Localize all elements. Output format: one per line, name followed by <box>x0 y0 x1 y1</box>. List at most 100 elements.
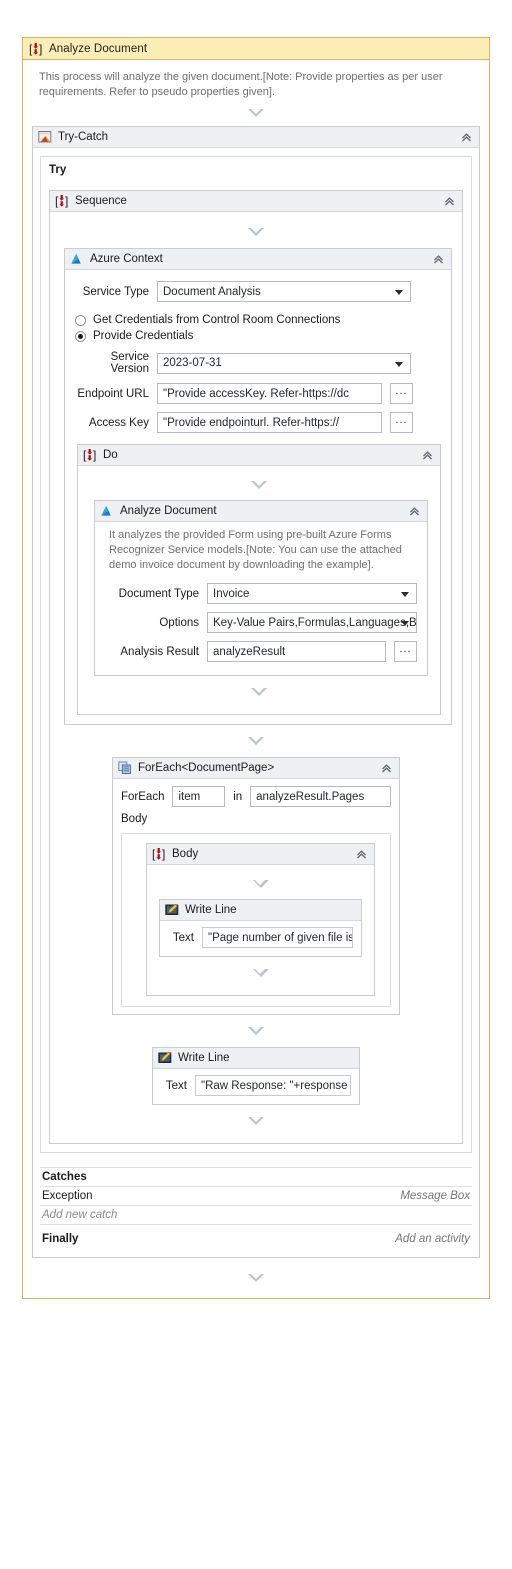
do-title: Do <box>103 449 118 461</box>
body-sequence-title: Body <box>172 848 199 860</box>
connector-arrow <box>23 1258 489 1298</box>
write-line-outer-header[interactable]: Write Line <box>153 1048 359 1069</box>
endpoint-url-label: Endpoint URL <box>77 387 149 400</box>
foreach-body-label: Body <box>121 813 148 825</box>
sequence-icon: [ ] <box>55 194 68 208</box>
field-row-access-key: Access Key "Provide endpointurl. Refer-h… <box>75 408 441 437</box>
body-sequence-header[interactable]: [ ] Body <box>147 844 374 865</box>
try-label: Try <box>49 164 67 176</box>
write-line-icon <box>158 1051 172 1063</box>
finally-add-activity[interactable]: Add an activity <box>395 1233 470 1245</box>
foreach-icon <box>118 761 131 774</box>
svg-text:[: [ <box>55 194 59 208</box>
field-row-service-version: Service Version 2023-07-31 <box>75 344 441 379</box>
activity-sequence[interactable]: [ ] Sequence Azure Context Service Type … <box>49 190 463 1144</box>
activity-write-line-outer[interactable]: Write Line Text "Raw Response: "+respons… <box>152 1047 360 1105</box>
azure-context-header[interactable]: Azure Context <box>65 249 451 270</box>
analyze-document-header[interactable]: Analyze Document <box>95 501 427 522</box>
svg-text:]: ] <box>39 42 42 56</box>
field-row-service-type: Service Type Document Analysis <box>75 277 441 306</box>
service-version-dropdown[interactable]: 2023-07-31 <box>157 352 411 374</box>
azure-context-body: Service Type Document Analysis Get Crede… <box>65 270 451 724</box>
write-line-text-label: Text <box>165 1079 187 1092</box>
root-activity-analyze-document[interactable]: [ ] Analyze Document This process will a… <box>22 37 490 1299</box>
activity-analyze-document[interactable]: Analyze Document It analyzes the provide… <box>94 500 428 676</box>
write-line-text-input[interactable]: "Raw Response: "+response <box>195 1075 351 1096</box>
activity-do[interactable]: [ ] Do Analyze Document It analyzes the … <box>77 444 441 715</box>
access-key-input[interactable]: "Provide endpointurl. Refer-https:// <box>157 412 382 433</box>
radio-button[interactable] <box>75 314 86 326</box>
field-row-analysis-result: Analysis Result analyzeResult ... <box>95 637 427 666</box>
analyze-document-description: It analyzes the provided Form using pre-… <box>109 529 402 571</box>
root-activity-title: Analyze Document <box>49 42 148 55</box>
radio-button-selected[interactable] <box>75 330 86 342</box>
analysis-result-input[interactable]: analyzeResult <box>207 641 386 662</box>
options-dropdown[interactable]: Key-Value Pairs,Formulas,Languages,Barco <box>207 612 417 633</box>
activity-foreach[interactable]: ForEach<DocumentPage> ForEach item in an… <box>112 757 400 1015</box>
finally-label: Finally <box>42 1233 79 1245</box>
access-key-label: Access Key <box>88 416 149 429</box>
field-row-endpoint-url: Endpoint URL "Provide accessKey. Refer-h… <box>75 379 441 408</box>
radio-provide-credentials[interactable]: Provide Credentials <box>75 328 441 344</box>
activity-body-sequence[interactable]: [ ] Body Write Line Text "Page number of… <box>146 843 375 996</box>
collapse-chevron-icon[interactable] <box>419 447 435 463</box>
do-header[interactable]: [ ] Do <box>78 445 440 466</box>
write-line-outer-body: Text "Raw Response: "+response <box>153 1069 359 1104</box>
sequence-icon: [ ] <box>83 448 96 462</box>
activity-azure-context[interactable]: Azure Context Service Type Document Anal… <box>64 248 452 725</box>
field-row-foreach: ForEach item in analyzeResult.Pages <box>121 784 391 809</box>
endpoint-url-input[interactable]: "Provide accessKey. Refer-https://dc <box>157 383 382 404</box>
write-line-text-input[interactable]: "Page number of given file is <box>202 927 353 948</box>
connector-arrow <box>50 725 462 757</box>
foreach-item-input[interactable]: item <box>172 786 226 807</box>
write-line-inner-header[interactable]: Write Line <box>160 900 361 921</box>
document-type-dropdown[interactable]: Invoice <box>207 583 417 604</box>
analyze-document-title: Analyze Document <box>120 505 217 517</box>
catch-row-exception[interactable]: Exception Message Box <box>40 1187 472 1205</box>
sequence-icon: [ ] <box>152 847 165 861</box>
sequence-header[interactable]: [ ] Sequence <box>50 191 462 212</box>
connector-arrow <box>50 1105 462 1137</box>
connector-arrow <box>50 216 462 248</box>
write-line-text-label: Text <box>172 931 194 944</box>
options-label: Options <box>159 616 199 629</box>
foreach-collection-input[interactable]: analyzeResult.Pages <box>250 786 391 807</box>
do-body: Analyze Document It analyzes the provide… <box>78 466 440 714</box>
foreach-label: ForEach <box>121 790 165 803</box>
collapse-chevron-icon[interactable] <box>378 760 394 776</box>
write-line-inner-body: Text "Page number of given file is <box>160 921 361 956</box>
radio-control-room-connections[interactable]: Get Credentials from Control Room Connec… <box>75 312 441 328</box>
service-type-label: Service Type <box>82 285 149 298</box>
collapse-chevron-icon[interactable] <box>441 193 457 209</box>
analysis-result-browse-button[interactable]: ... <box>394 641 417 662</box>
finally-row[interactable]: Finally Add an activity <box>40 1225 472 1251</box>
in-label: in <box>233 790 243 803</box>
root-activity-header[interactable]: [ ] Analyze Document <box>23 38 489 60</box>
field-row-options: Options Key-Value Pairs,Formulas,Languag… <box>95 608 427 637</box>
azure-context-title: Azure Context <box>90 253 163 265</box>
foreach-header[interactable]: ForEach<DocumentPage> <box>113 758 399 779</box>
svg-text:]: ] <box>93 448 96 462</box>
endpoint-url-browse-button[interactable]: ... <box>390 383 413 404</box>
collapse-chevron-icon[interactable] <box>406 503 422 519</box>
collapse-chevron-icon[interactable] <box>458 129 474 145</box>
try-catch-icon <box>38 131 52 143</box>
activity-try-catch[interactable]: Try-Catch Try [] Sequence Azure Context… <box>32 126 480 1258</box>
write-line-icon <box>165 903 179 915</box>
activity-write-line-inner[interactable]: Write Line Text "Page number of given fi… <box>159 899 362 957</box>
sequence-icon: [ ] <box>29 42 42 56</box>
service-type-dropdown[interactable]: Document Analysis <box>157 281 411 302</box>
catch-exception-type: Exception <box>42 1190 93 1202</box>
foreach-title: ForEach<DocumentPage> <box>138 762 275 774</box>
collapse-chevron-icon[interactable] <box>430 251 446 267</box>
add-new-catch-button[interactable]: Add new catch <box>40 1206 472 1224</box>
access-key-browse-button[interactable]: ... <box>390 412 413 433</box>
try-catch-header[interactable]: Try-Catch <box>33 127 479 148</box>
workflow-canvas: [ ] Analyze Document This process will a… <box>0 0 512 1569</box>
service-version-label: Service Version <box>110 351 149 375</box>
sequence-body: Azure Context Service Type Document Anal… <box>50 212 462 1143</box>
collapse-chevron-icon[interactable] <box>353 846 369 862</box>
foreach-body-container[interactable]: [ ] Body Write Line Text "Page number of… <box>121 833 391 1007</box>
connector-arrow <box>23 100 489 126</box>
connector-arrow <box>50 1015 462 1047</box>
